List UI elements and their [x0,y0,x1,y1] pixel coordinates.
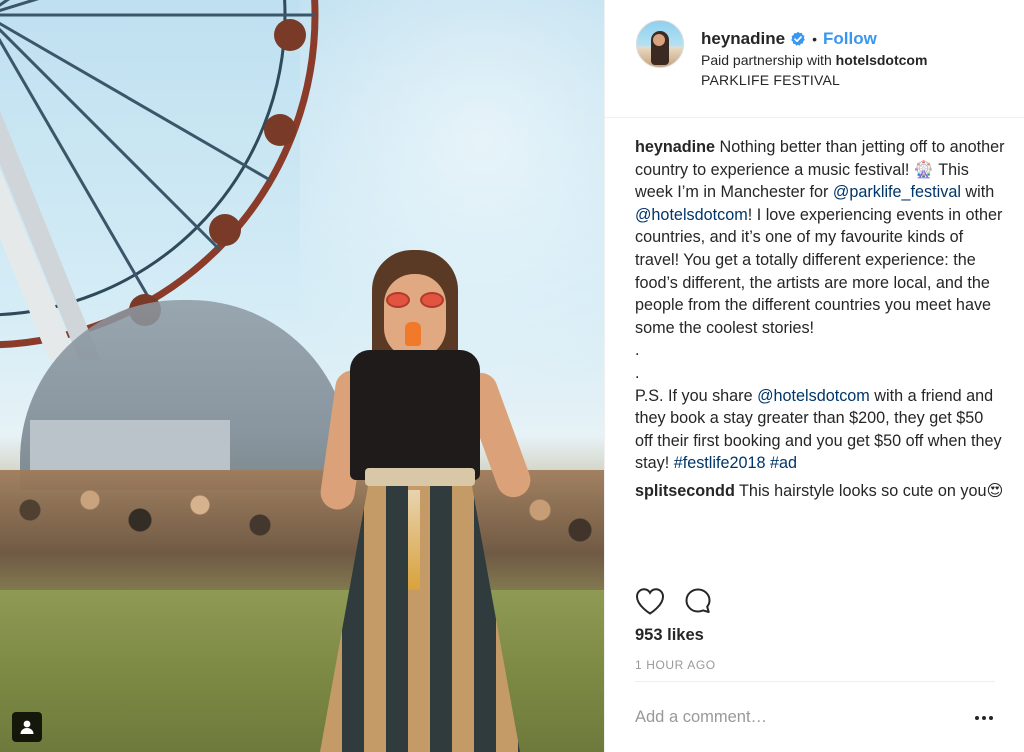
mention-link[interactable]: @hotelsdotcom [757,387,870,405]
caption-text: with [960,183,995,202]
verified-badge-icon [790,31,806,47]
mention-link[interactable]: @hotelsdotcom [635,206,748,224]
caption-text: ! I love experiencing events in other co… [635,205,1003,337]
divider [635,681,995,682]
mention-link[interactable]: @parklife_festival [833,183,961,201]
comment: splitsecondd This hairstyle looks so cut… [635,480,1005,503]
ice-lolly [405,322,421,346]
hashtag-link[interactable]: #festlife2018 [674,454,766,472]
caption-author-link[interactable]: heynadine [635,138,715,156]
comment-author-link[interactable]: splitsecondd [635,482,735,500]
username-link[interactable]: heynadine [701,29,785,49]
tassel [408,490,420,590]
hashtag-link[interactable]: #ad [770,454,797,472]
striped-skirt [320,475,520,752]
partner-link[interactable]: hotelsdotcom [836,52,928,68]
add-comment-input[interactable] [635,704,955,730]
like-count[interactable]: 953 likes [635,626,704,645]
tent-base [30,420,230,470]
timestamp[interactable]: 1 HOUR AGO [635,658,716,672]
comments-section: heynadine Nothing better than jetting of… [635,136,1005,503]
post-header: heynadine • Follow Paid partnership with… [605,0,1024,118]
caption: heynadine Nothing better than jetting of… [635,136,1005,339]
heart-icon[interactable] [635,586,665,616]
caption-dot: . [635,363,640,382]
follow-button[interactable]: Follow [823,29,877,49]
partnership-label: Paid partnership with [701,52,832,68]
sunglasses [386,292,444,308]
belt [365,468,475,486]
action-bar [635,586,713,616]
avatar[interactable] [636,20,684,68]
black-top [350,350,480,480]
comment-text: This hairstyle looks so cute on you😍 [734,481,1004,500]
location-link[interactable]: PARKLIFE FESTIVAL [701,72,840,88]
comment-icon[interactable] [683,586,713,616]
separator-dot: • [812,31,817,47]
caption-ps: P.S. If you share @hotelsdotcom with a f… [635,385,1005,475]
post-photo[interactable] [0,0,604,752]
instagram-post: heynadine • Follow Paid partnership with… [0,0,1024,752]
user-tag-icon[interactable] [12,712,42,742]
woman-with-ice-lolly [318,240,560,752]
caption-text: P.S. If you share [635,386,758,405]
caption-dot: . [635,341,640,360]
post-side-panel: heynadine • Follow Paid partnership with… [604,0,1024,752]
more-options-icon[interactable] [975,714,997,722]
paid-partnership: Paid partnership with hotelsdotcom [701,52,927,68]
